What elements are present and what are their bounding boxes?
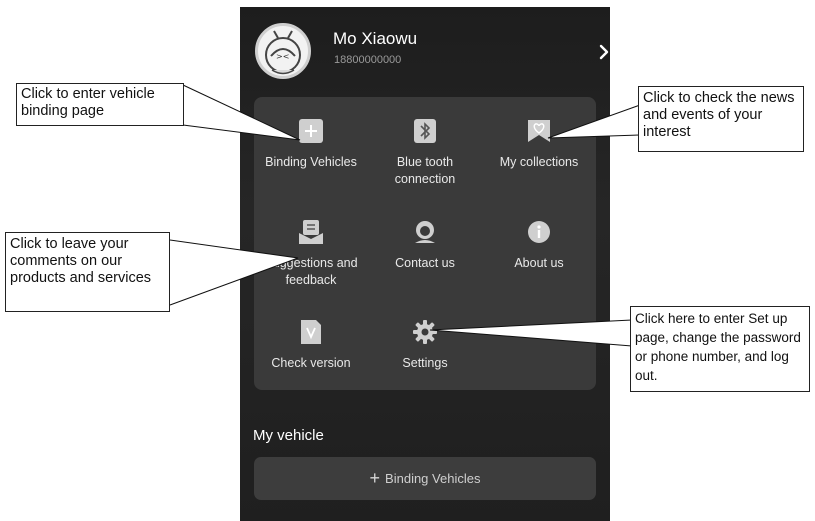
feedback-icon bbox=[299, 220, 323, 244]
chevron-right-icon[interactable] bbox=[595, 42, 610, 62]
headset-icon bbox=[415, 221, 435, 243]
menu-check-version[interactable]: Check version bbox=[254, 319, 368, 372]
avatar[interactable]: >< bbox=[255, 23, 311, 79]
profile-row[interactable]: >< Mo Xiaowu 18800000000 bbox=[255, 23, 609, 91]
menu-binding-vehicles[interactable]: Binding Vehicles bbox=[254, 118, 368, 171]
menu-label: Contact us bbox=[395, 256, 455, 270]
menu-label: Blue tooth connection bbox=[394, 155, 456, 186]
menu-my-collections[interactable]: My collections bbox=[482, 118, 596, 171]
bluetooth-icon bbox=[414, 119, 436, 143]
menu-label: Suggestions and feedback bbox=[264, 256, 358, 287]
plus-icon: + bbox=[369, 468, 381, 488]
callout-settings: Click here to enter Set up page, change … bbox=[630, 306, 810, 392]
menu-label: My collections bbox=[499, 155, 579, 169]
menu-settings[interactable]: Settings bbox=[368, 319, 482, 372]
user-name: Mo Xiaowu bbox=[333, 29, 418, 48]
callout-settings-text: Click here to enter Set up page, change … bbox=[635, 311, 801, 383]
callout-collections: Click to check the news and events of yo… bbox=[638, 86, 804, 152]
menu-label: About us bbox=[514, 256, 564, 270]
menu-suggestions-feedback[interactable]: Suggestions and feedback bbox=[254, 219, 368, 289]
callout-feedback-text: Click to leave your comments on our prod… bbox=[10, 236, 152, 286]
binding-plus-icon bbox=[299, 119, 323, 143]
binding-vehicles-button-label: Binding Vehicles bbox=[385, 471, 481, 486]
collections-heart-icon bbox=[528, 120, 550, 142]
avatar-robot-icon: >< bbox=[265, 30, 301, 75]
menu-label: Binding Vehicles bbox=[265, 155, 357, 169]
svg-text:><: >< bbox=[276, 52, 289, 61]
callout-feedback: Click to leave your comments on our prod… bbox=[5, 232, 170, 312]
app-screen: >< Mo Xiaowu 18800000000 Binding Vehicle… bbox=[240, 7, 610, 521]
menu-bluetooth[interactable]: Blue tooth connection bbox=[368, 118, 482, 188]
menu-label: Check version bbox=[271, 356, 351, 370]
callout-binding: Click to enter vehicle binding page bbox=[16, 83, 184, 126]
gear-icon bbox=[413, 320, 437, 344]
my-vehicle-title: My vehicle bbox=[253, 427, 324, 444]
menu-label: Settings bbox=[402, 356, 448, 370]
version-icon bbox=[301, 320, 321, 344]
info-icon bbox=[528, 221, 550, 243]
menu-contact-us[interactable]: Contact us bbox=[368, 219, 482, 272]
menu-card: Binding Vehicles Blue tooth connection M… bbox=[254, 97, 596, 390]
callout-binding-text: Click to enter vehicle binding page bbox=[21, 86, 155, 119]
callout-collections-text: Click to check the news and events of yo… bbox=[643, 90, 795, 140]
user-phone: 18800000000 bbox=[334, 54, 402, 66]
binding-vehicles-button[interactable]: + Binding Vehicles bbox=[254, 457, 596, 500]
menu-about-us[interactable]: About us bbox=[482, 219, 596, 272]
